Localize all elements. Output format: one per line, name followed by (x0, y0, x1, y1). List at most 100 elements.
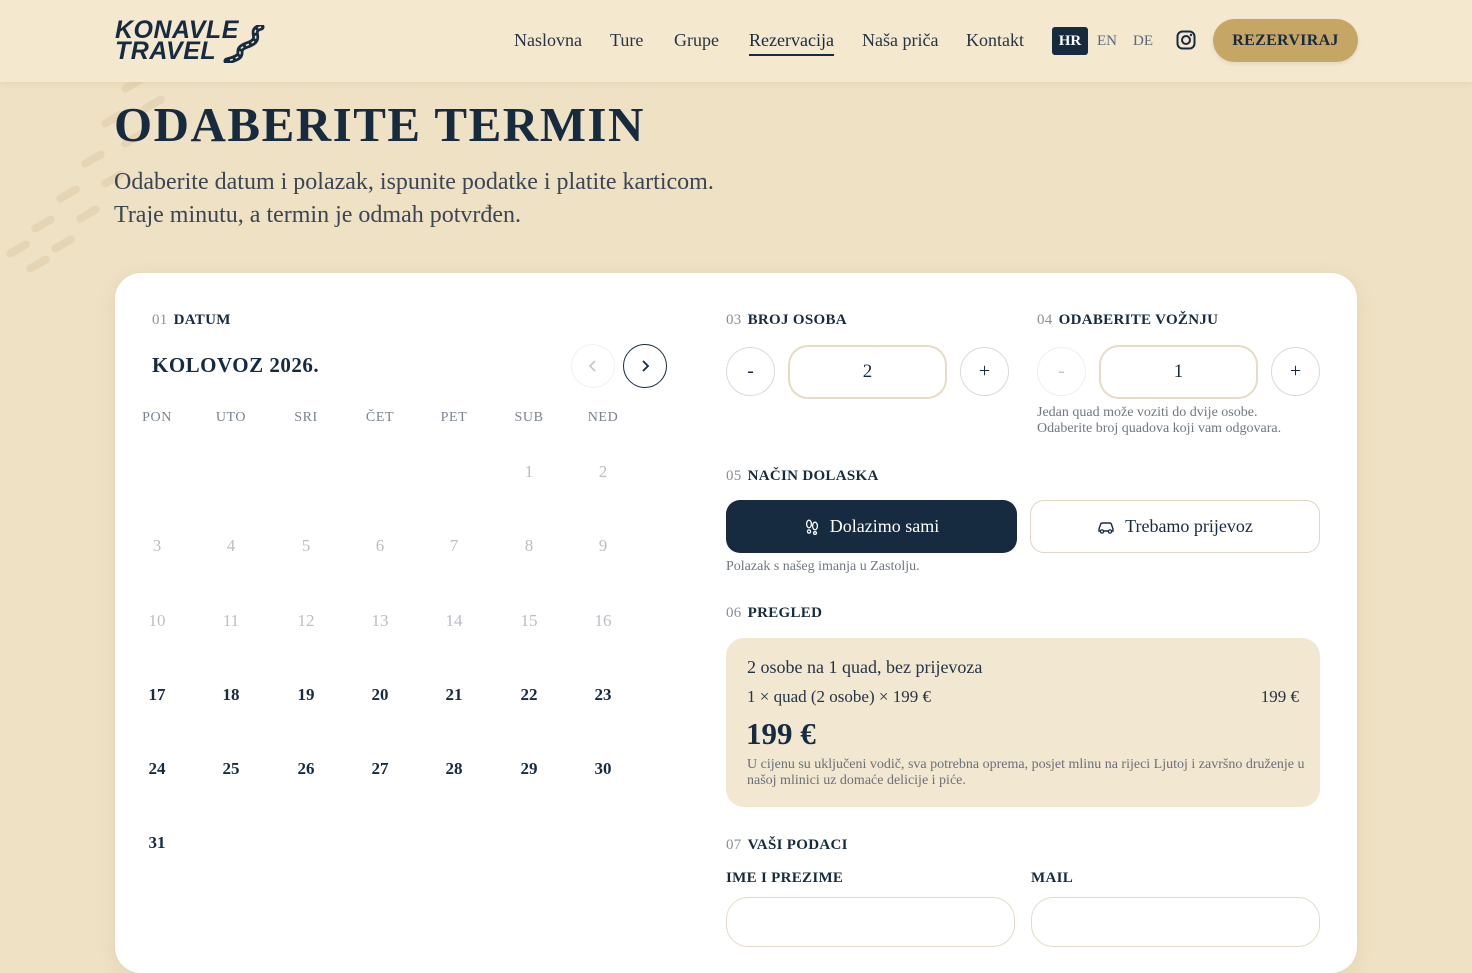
section-title: NAČIN DOLASKA (747, 468, 879, 484)
page-title: ODABERITE TERMIN (114, 97, 645, 152)
calendar-day-disabled: 11 (222, 611, 240, 630)
calendar-day-disabled: 10 (148, 611, 166, 630)
calendar-day[interactable]: 22 (499, 685, 559, 705)
nav-naslovna[interactable]: Naslovna (514, 30, 582, 51)
section-number: 01 (152, 312, 168, 328)
page-subtitle: Odaberite datum i polazak, ispunite poda… (114, 166, 714, 232)
mail-input[interactable] (1031, 897, 1320, 947)
calendar-day-disabled: 4 (226, 536, 236, 555)
overview-line-item: 1 × quad (2 osobe) × 199 € (747, 687, 931, 706)
section-number: 06 (726, 605, 742, 621)
nav-nasa-prica[interactable]: Naša priča (862, 30, 938, 51)
name-input[interactable] (726, 897, 1015, 947)
section-number: 04 (1037, 312, 1053, 328)
active-nav-underline (749, 54, 834, 56)
overview-total: 199 € (746, 716, 816, 751)
calendar-day-disabled: 6 (375, 536, 385, 555)
lang-en[interactable]: EN (1092, 27, 1122, 55)
persons-section-label: 03 BROJ OSOBA (726, 312, 847, 329)
calendar-day[interactable]: 18 (201, 685, 261, 705)
calendar-day[interactable]: 30 (573, 759, 633, 779)
calendar-day[interactable]: 23 (573, 685, 633, 705)
rides-increment-button[interactable]: + (1271, 347, 1320, 396)
calendar-day[interactable]: 25 (201, 759, 261, 779)
calendar-day[interactable]: 27 (350, 759, 410, 779)
weekday-label: PON (142, 410, 172, 425)
calendar-day-disabled: 3 (152, 536, 162, 555)
calendar-day-disabled: 2 (598, 462, 608, 481)
car-icon (1098, 521, 1114, 534)
nav-grupe[interactable]: Grupe (674, 30, 719, 51)
reserve-button[interactable]: REZERVIRAJ (1213, 19, 1358, 62)
instagram-icon[interactable] (1176, 30, 1196, 50)
chevron-left-icon (588, 360, 596, 372)
rides-section-label: 04 ODABERITE VOŽNJU (1037, 312, 1218, 329)
calendar-day-disabled: 5 (301, 536, 311, 555)
arrival-self-label: Dolazimo sami (829, 516, 940, 536)
weekday-label: ČET (365, 410, 395, 425)
calendar-day[interactable]: 20 (350, 685, 410, 705)
rides-value[interactable]: 1 (1099, 345, 1258, 399)
footprints-icon (805, 519, 818, 535)
subtitle-line2: Traje minutu, a termin je odmah potvrđen… (114, 202, 522, 228)
nav-kontakt[interactable]: Kontakt (966, 30, 1024, 51)
overview-section-label: 06 PREGLED (726, 605, 822, 622)
calendar-day-disabled: 15 (520, 611, 538, 630)
section-number: 05 (726, 468, 742, 484)
nav-rezervacija[interactable]: Rezervacija (749, 30, 834, 51)
calendar-day[interactable]: 19 (276, 685, 336, 705)
next-month-button[interactable] (623, 344, 667, 388)
prev-month-button[interactable] (571, 344, 615, 388)
arrival-hint: Polazak s našeg imanja u Zastolju. (726, 559, 920, 574)
section-number: 07 (726, 837, 742, 853)
nav-ture[interactable]: Ture (610, 30, 643, 51)
calendar-day-disabled: 7 (449, 536, 459, 555)
section-title: ODABERITE VOŽNJU (1058, 312, 1219, 328)
calendar-day-disabled: 8 (524, 536, 534, 555)
section-title: BROJ OSOBA (747, 312, 847, 328)
site-header: KONAVLE TRAVEL Naslovna Ture Grupe Rezer… (0, 0, 1472, 82)
rides-hint-line1: Jedan quad može voziti do dvije osobe. (1037, 405, 1258, 420)
weekday-label: PET (440, 410, 468, 425)
persons-value[interactable]: 2 (788, 345, 947, 399)
section-number: 03 (726, 312, 742, 328)
rides-decrement-button[interactable]: - (1037, 347, 1086, 396)
lang-de[interactable]: DE (1128, 27, 1158, 55)
calendar-day[interactable]: 29 (499, 759, 559, 779)
section-title: PREGLED (747, 605, 823, 621)
your-data-section-label: 07 VAŠI PODACI (726, 837, 848, 854)
chevron-right-icon (642, 360, 650, 372)
calendar-day-disabled: 14 (445, 611, 463, 630)
rides-hint: Jedan quad može voziti do dvije osobe. O… (1037, 405, 1281, 437)
calendar-day-disabled: 1 (524, 462, 534, 481)
calendar-day[interactable]: 31 (127, 833, 187, 853)
lang-hr[interactable]: HR (1052, 27, 1088, 55)
arrival-transfer-button[interactable]: Trebamo prijevoz (1030, 500, 1320, 553)
overview-line-item-price: 199 € (1260, 687, 1299, 706)
logo-line2: TRAVEL (115, 37, 217, 65)
calendar-day-disabled: 12 (297, 611, 315, 630)
arrival-self-button[interactable]: Dolazimo sami (726, 500, 1017, 553)
calendar-day[interactable]: 24 (127, 759, 187, 779)
weekday-label: NED (587, 410, 619, 425)
calendar-month: KOLOVOZ 2026. (152, 353, 320, 377)
mail-field-label: MAIL (1031, 870, 1074, 886)
logo[interactable]: KONAVLE TRAVEL (115, 17, 267, 65)
date-section-label: 01 DATUM (152, 312, 231, 329)
weekday-label: SUB (514, 410, 544, 425)
calendar-day[interactable]: 28 (424, 759, 484, 779)
subtitle-line1: Odaberite datum i polazak, ispunite poda… (114, 169, 714, 195)
weekday-label: SRI (294, 410, 318, 425)
calendar-day-disabled: 9 (598, 536, 608, 555)
calendar-day-disabled: 16 (594, 611, 612, 630)
persons-increment-button[interactable]: + (960, 347, 1009, 396)
calendar-day[interactable]: 26 (276, 759, 336, 779)
section-title: VAŠI PODACI (747, 837, 848, 853)
calendar-day[interactable]: 17 (127, 685, 187, 705)
arrival-section-label: 05 NAČIN DOLASKA (726, 468, 879, 485)
weekday-label: UTO (215, 410, 247, 425)
overview-headline: 2 osobe na 1 quad, bez prijevoza (747, 657, 983, 677)
calendar-day-disabled: 13 (371, 611, 389, 630)
persons-decrement-button[interactable]: - (726, 347, 775, 396)
calendar-day[interactable]: 21 (424, 685, 484, 705)
